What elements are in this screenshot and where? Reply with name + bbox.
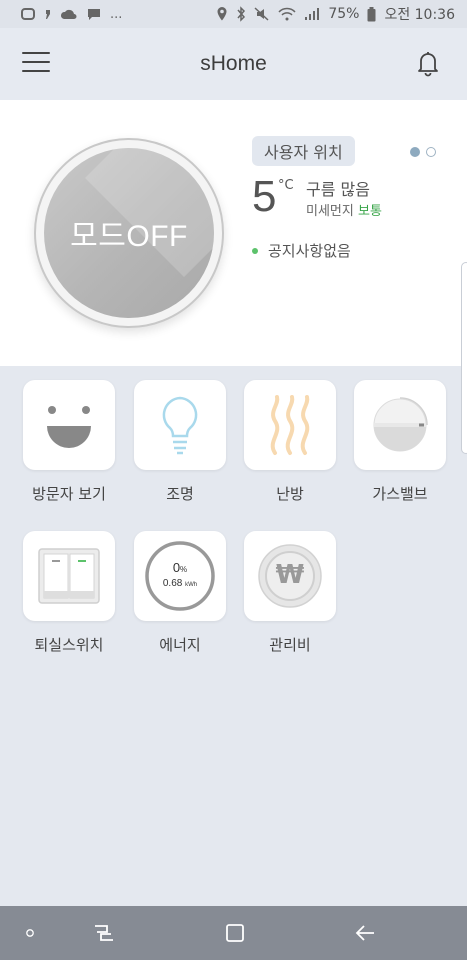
energy-percent-value: 0	[172, 560, 181, 575]
maintenance-fee-tile: ₩	[244, 531, 336, 621]
menu-button[interactable]	[22, 52, 50, 76]
visitor-tile	[23, 380, 115, 470]
grid-label: 에너지	[159, 636, 201, 654]
page-dot[interactable]	[426, 147, 436, 157]
fine-dust-label: 미세먼지	[306, 204, 354, 219]
energy-percent-unit: %	[180, 565, 188, 574]
status-time: 오전 10:36	[384, 7, 455, 23]
won-symbol: ₩	[275, 560, 305, 590]
status-left: ...	[20, 7, 122, 22]
grid-label: 조명	[166, 485, 194, 503]
fine-dust-info: 미세먼지 보통	[306, 200, 382, 219]
energy-usage-unit: kWh	[185, 582, 198, 588]
energy-tile: 0% 0.68 kWh	[134, 531, 226, 621]
battery-percent: 75%	[328, 6, 360, 22]
grid-item-maintenance-fee[interactable]: ₩ 관리비	[244, 531, 336, 655]
checkout-switch-tile	[23, 531, 115, 621]
app-bar: sHome	[0, 28, 467, 100]
wifi-icon	[278, 7, 296, 21]
grid-item-heating[interactable]: 난방	[244, 380, 336, 504]
fine-dust-value: 보통	[357, 204, 382, 219]
quote-notification-icon	[46, 10, 50, 19]
grid-label: 퇴실스위치	[34, 636, 104, 654]
energy-gauge: 0% 0.68 kWh	[144, 540, 216, 612]
home-icon	[226, 924, 244, 942]
temperature-value: 5	[252, 172, 277, 221]
grid-item-visitor[interactable]: 방문자 보기	[23, 380, 115, 504]
message-notification-icon	[88, 9, 100, 20]
mode-toggle-button[interactable]: 모드OFF	[34, 138, 224, 328]
light-bulb-icon	[162, 396, 198, 455]
cloud-notification-icon	[60, 9, 77, 19]
mode-button-face: 모드OFF	[44, 148, 214, 318]
app-title: sHome	[200, 52, 267, 75]
menu-icon-line	[22, 52, 50, 54]
temperature-unit: °C	[278, 178, 294, 193]
energy-usage: 0.68 kWh	[144, 578, 216, 589]
more-notifications: ...	[110, 6, 123, 22]
mode-label: 모드OFF	[70, 220, 188, 253]
app-notification-icon	[21, 8, 35, 20]
energy-percent: 0%	[144, 560, 216, 575]
wall-switch-icon	[38, 548, 100, 604]
recent-apps-icon	[95, 925, 113, 941]
lighting-tile	[134, 380, 226, 470]
status-card: 모드OFF 사용자 위치 5 °C 구름 많음 미세먼지 보통 공지사항없음	[0, 100, 467, 366]
back-button[interactable]	[352, 920, 380, 946]
heating-tile	[244, 380, 336, 470]
menu-icon-line	[22, 70, 50, 72]
notice-item[interactable]: 공지사항없음	[252, 240, 351, 261]
notice-text: 공지사항없음	[268, 242, 351, 260]
grid-item-checkout-switch[interactable]: 퇴실스위치	[23, 531, 115, 655]
grid-label: 관리비	[269, 636, 311, 654]
system-nav-bar	[0, 906, 467, 960]
nav-dot-button[interactable]	[16, 920, 44, 946]
user-location-button[interactable]: 사용자 위치	[252, 136, 355, 166]
page-indicator	[410, 147, 436, 157]
location-icon	[217, 7, 227, 21]
smiley-face-icon	[47, 406, 91, 448]
dot-icon	[26, 929, 34, 937]
grid-item-gas-valve[interactable]: 가스밸브	[354, 380, 446, 504]
grid-label: 가스밸브	[372, 485, 428, 503]
menu-icon-line	[22, 61, 50, 63]
status-right: 75% 오전 10:36	[216, 4, 455, 24]
notice-dot-icon	[252, 247, 258, 254]
edge-panel-handle[interactable]	[461, 262, 467, 454]
coin-icon: ₩	[257, 543, 323, 609]
heat-waves-icon	[270, 395, 310, 455]
grid-label: 난방	[276, 485, 304, 503]
gas-valve-icon	[373, 397, 428, 452]
weather-condition: 구름 많음	[306, 180, 370, 199]
signal-icon	[305, 8, 320, 20]
battery-icon	[367, 6, 376, 21]
grid-label: 방문자 보기	[32, 485, 106, 503]
home-button[interactable]	[221, 920, 249, 946]
back-arrow-icon	[355, 925, 374, 941]
status-bar: ... 75% 오전 10:36	[0, 0, 467, 28]
bluetooth-icon	[237, 6, 246, 22]
page-dot-active[interactable]	[410, 147, 420, 157]
energy-usage-value: 0.68	[162, 578, 183, 589]
grid-item-lighting[interactable]: 조명	[134, 380, 226, 504]
energy-gauge-ring	[145, 541, 215, 611]
recent-apps-button[interactable]	[90, 920, 118, 946]
bell-icon	[418, 52, 438, 77]
grid-item-energy[interactable]: 0% 0.68 kWh 에너지	[134, 531, 226, 655]
notification-button[interactable]	[413, 48, 443, 78]
mute-icon	[254, 7, 269, 21]
gas-valve-tile	[354, 380, 446, 470]
